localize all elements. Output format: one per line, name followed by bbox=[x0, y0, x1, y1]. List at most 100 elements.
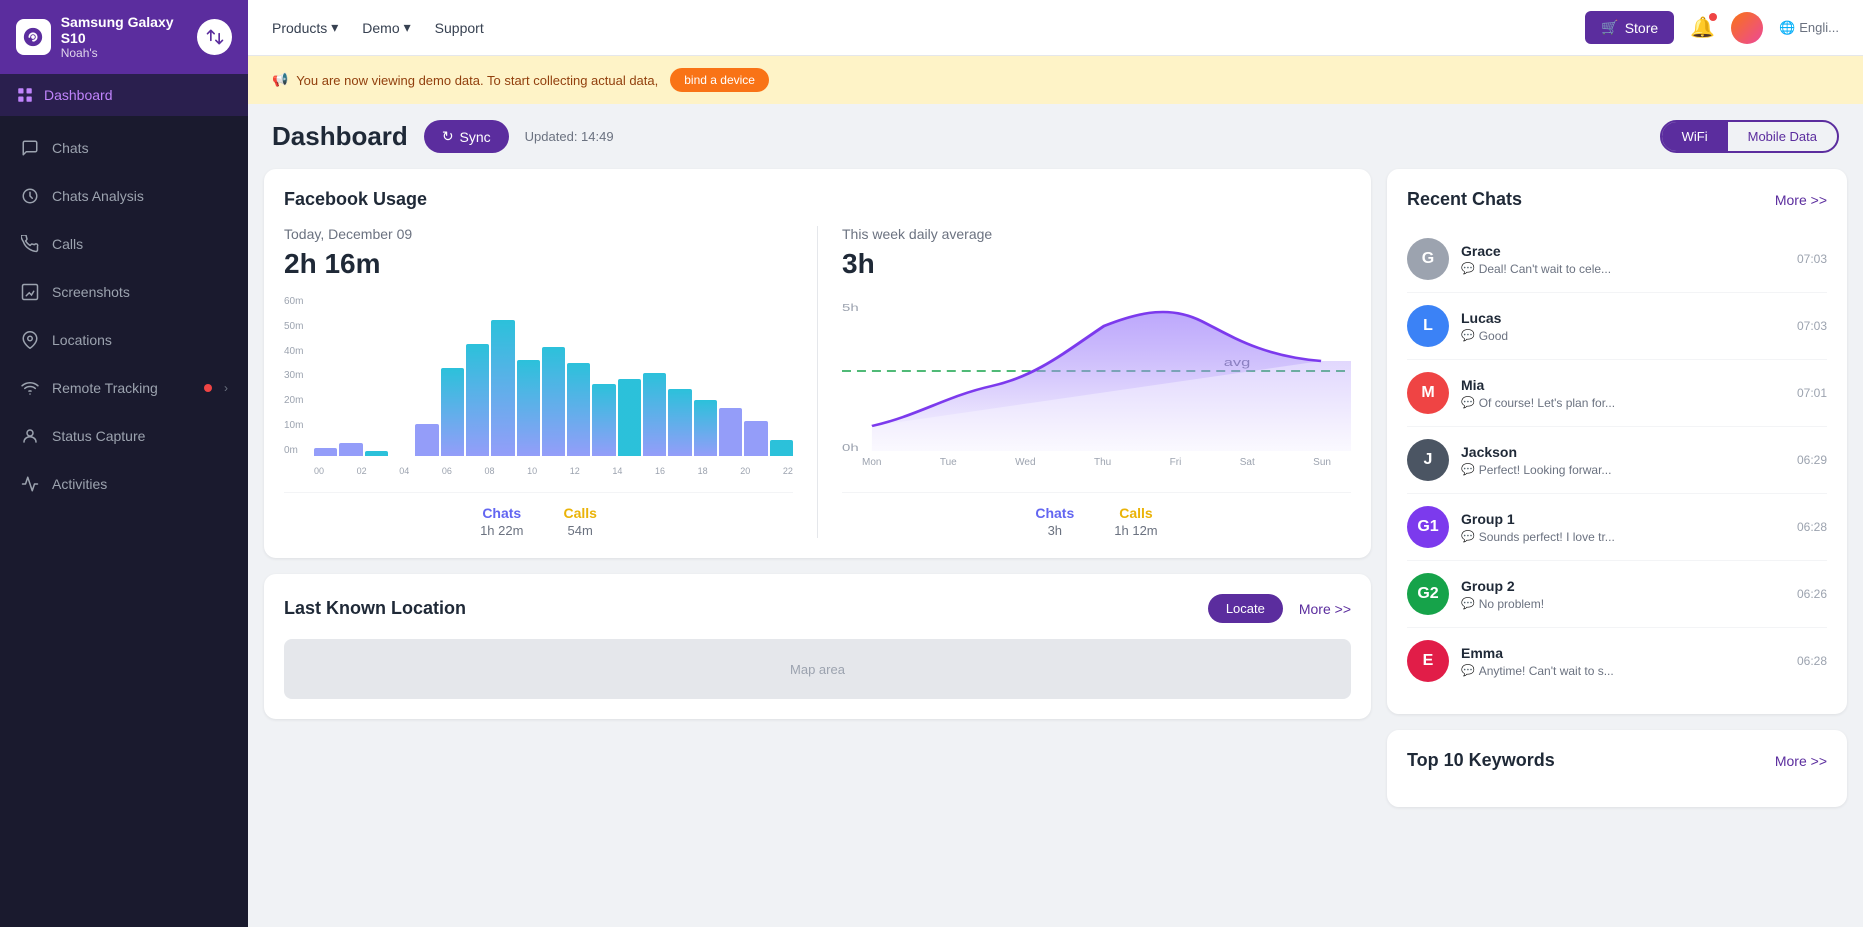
line-chart-x-labels: Mon Tue Wed Thu Fri Sat Sun bbox=[842, 457, 1351, 468]
wifi-button[interactable]: WiFi bbox=[1662, 122, 1728, 151]
chat-name: Jackson bbox=[1461, 444, 1785, 460]
bar bbox=[466, 344, 489, 456]
x-axis-labels: 00 02 04 06 08 10 12 14 16 18 bbox=[314, 466, 793, 476]
today-column: Today, December 09 2h 16m 60m 50m 40m 30… bbox=[284, 226, 793, 538]
bind-device-button[interactable]: bind a device bbox=[670, 68, 769, 92]
notification-dot bbox=[204, 384, 212, 392]
demo-link[interactable]: Demo ▾ bbox=[362, 19, 410, 36]
sidebar: Samsung Galaxy S10 Noah's Dashboard bbox=[0, 0, 248, 927]
sidebar-navigation: Chats Chats Analysis Calls Screenshots bbox=[0, 116, 248, 516]
sidebar-item-locations[interactable]: Locations bbox=[0, 316, 248, 364]
activities-icon bbox=[20, 474, 40, 494]
chat-icon bbox=[20, 138, 40, 158]
chart-icon bbox=[20, 186, 40, 206]
bar bbox=[542, 347, 565, 456]
bar bbox=[339, 443, 362, 456]
weekly-chats-legend: Chats 3h bbox=[1035, 505, 1074, 538]
message-icon: 💬 bbox=[1461, 329, 1475, 342]
sidebar-item-screenshots[interactable]: Screenshots bbox=[0, 268, 248, 316]
bars-container bbox=[314, 296, 793, 456]
sidebar-item-chats-analysis[interactable]: Chats Analysis bbox=[0, 172, 248, 220]
sidebar-activities-label: Activities bbox=[52, 476, 228, 492]
weekly-chats-label[interactable]: Chats bbox=[1035, 505, 1074, 521]
chat-time: 06:26 bbox=[1797, 587, 1827, 601]
banner-text: You are now viewing demo data. To start … bbox=[296, 73, 658, 88]
chat-list-item[interactable]: G1Group 1💬 Sounds perfect! I love tr...0… bbox=[1407, 494, 1827, 561]
chat-time: 07:01 bbox=[1797, 386, 1827, 400]
sidebar-locations-label: Locations bbox=[52, 332, 228, 348]
store-button[interactable]: 🛒 Store bbox=[1585, 11, 1674, 44]
today-legends: Chats 1h 22m Calls 54m bbox=[284, 492, 793, 538]
mobile-data-button[interactable]: Mobile Data bbox=[1728, 122, 1837, 151]
switch-icon[interactable] bbox=[197, 19, 232, 55]
sidebar-item-activities[interactable]: Activities bbox=[0, 460, 248, 508]
weekly-calls-label[interactable]: Calls bbox=[1114, 505, 1157, 521]
sidebar-remote-label: Remote Tracking bbox=[52, 380, 192, 396]
today-calls-legend: Calls 54m bbox=[563, 505, 596, 538]
updated-timestamp: Updated: 14:49 bbox=[525, 129, 614, 144]
recent-chats-list: GGrace💬 Deal! Can't wait to cele...07:03… bbox=[1407, 226, 1827, 694]
cart-icon: 🛒 bbox=[1601, 19, 1618, 36]
chat-list-item[interactable]: LLucas💬 Good07:03 bbox=[1407, 293, 1827, 360]
chat-list-item[interactable]: GGrace💬 Deal! Can't wait to cele...07:03 bbox=[1407, 226, 1827, 293]
chat-avatar: G2 bbox=[1407, 573, 1449, 615]
chat-time: 07:03 bbox=[1797, 319, 1827, 333]
message-icon: 💬 bbox=[1461, 396, 1475, 409]
language-selector[interactable]: 🌐 Engli... bbox=[1779, 20, 1839, 36]
today-calls-label[interactable]: Calls bbox=[563, 505, 596, 521]
chat-time: 06:28 bbox=[1797, 520, 1827, 534]
device-name: Samsung Galaxy S10 bbox=[61, 14, 198, 46]
bar bbox=[770, 440, 793, 456]
sidebar-item-status-capture[interactable]: Status Capture bbox=[0, 412, 248, 460]
bar bbox=[744, 421, 767, 456]
user-avatar[interactable] bbox=[1731, 12, 1763, 44]
sync-button[interactable]: ↻ Sync bbox=[424, 120, 509, 153]
last-known-location-card: Last Known Location Locate More >> Map a… bbox=[264, 574, 1371, 719]
bar bbox=[415, 424, 438, 456]
bar bbox=[694, 400, 717, 456]
sidebar-screenshots-label: Screenshots bbox=[52, 284, 228, 300]
status-icon bbox=[20, 426, 40, 446]
dashboard-label: Dashboard bbox=[44, 87, 113, 103]
globe-icon: 🌐 bbox=[1779, 20, 1795, 36]
location-more-link[interactable]: More >> bbox=[1299, 601, 1351, 617]
sidebar-chats-analysis-label: Chats Analysis bbox=[52, 188, 228, 204]
message-icon: 💬 bbox=[1461, 597, 1475, 610]
weekly-period: This week daily average bbox=[842, 226, 1351, 242]
today-chats-label[interactable]: Chats bbox=[480, 505, 523, 521]
chat-list-item[interactable]: MMia💬 Of course! Let's plan for...07:01 bbox=[1407, 360, 1827, 427]
screenshot-icon bbox=[20, 282, 40, 302]
main-content: Products ▾ Demo ▾ Support 🛒 Store 🔔 🌐 bbox=[248, 0, 1863, 927]
top-keywords-more-link[interactable]: More >> bbox=[1775, 753, 1827, 769]
page-title: Dashboard bbox=[272, 121, 408, 152]
support-link[interactable]: Support bbox=[435, 20, 484, 36]
chat-avatar: M bbox=[1407, 372, 1449, 414]
sidebar-item-chats[interactable]: Chats bbox=[0, 124, 248, 172]
chat-time: 07:03 bbox=[1797, 252, 1827, 266]
chat-list-item[interactable]: JJackson💬 Perfect! Looking forwar...06:2… bbox=[1407, 427, 1827, 494]
chat-preview: 💬 Deal! Can't wait to cele... bbox=[1461, 262, 1785, 276]
weekly-legends: Chats 3h Calls 1h 12m bbox=[842, 492, 1351, 538]
sidebar-item-calls[interactable]: Calls bbox=[0, 220, 248, 268]
y-axis-labels: 60m 50m 40m 30m 20m 10m 0m bbox=[284, 296, 303, 456]
chat-list-item[interactable]: EEmma💬 Anytime! Can't wait to s...06:28 bbox=[1407, 628, 1827, 694]
message-icon: 💬 bbox=[1461, 262, 1475, 275]
chat-name: Emma bbox=[1461, 645, 1785, 661]
recent-chats-title: Recent Chats bbox=[1407, 189, 1522, 210]
sidebar-calls-label: Calls bbox=[52, 236, 228, 252]
chat-list-item[interactable]: G2Group 2💬 No problem!06:26 bbox=[1407, 561, 1827, 628]
today-calls-value: 54m bbox=[563, 523, 596, 538]
locate-button[interactable]: Locate bbox=[1208, 594, 1283, 623]
bar bbox=[491, 320, 514, 456]
dashboard-nav-item[interactable]: Dashboard bbox=[0, 74, 248, 116]
chat-avatar: L bbox=[1407, 305, 1449, 347]
products-link[interactable]: Products ▾ bbox=[272, 19, 338, 36]
today-chats-legend: Chats 1h 22m bbox=[480, 505, 523, 538]
recent-chats-more-link[interactable]: More >> bbox=[1775, 192, 1827, 208]
sidebar-item-remote-tracking[interactable]: Remote Tracking › bbox=[0, 364, 248, 412]
app-logo bbox=[16, 19, 51, 55]
svg-text:0h: 0h bbox=[842, 442, 859, 454]
today-period: Today, December 09 bbox=[284, 226, 793, 242]
chat-preview: 💬 Sounds perfect! I love tr... bbox=[1461, 530, 1785, 544]
demo-banner: 📢 You are now viewing demo data. To star… bbox=[248, 56, 1863, 104]
